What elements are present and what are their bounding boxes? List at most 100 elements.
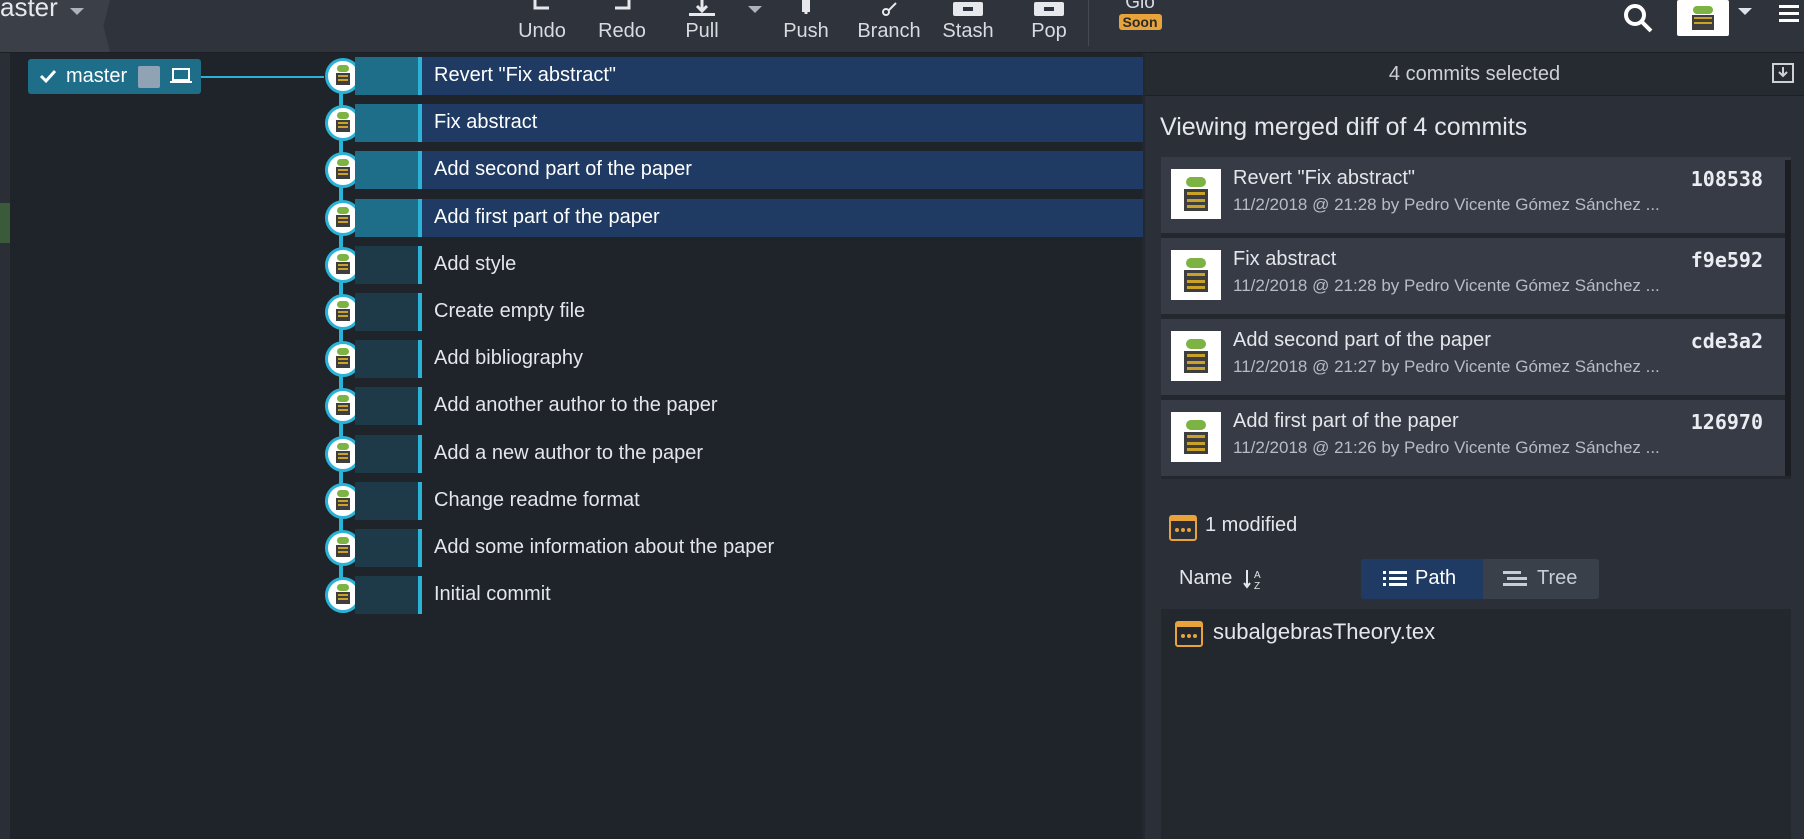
graph-band — [355, 529, 418, 567]
commit-meta: 11/2/2018 @ 21:28 by Pedro Vicente Gómez… — [1233, 276, 1660, 295]
commit-row[interactable]: Add some information about the paper — [325, 529, 1143, 567]
branch-selector[interactable]: aster — [0, 0, 110, 52]
graph-band — [355, 387, 418, 426]
commit-meta: 11/2/2018 @ 21:28 by Pedro Vicente Gómez… — [1233, 195, 1660, 214]
graph-band — [355, 151, 418, 190]
tree-icon — [1503, 571, 1527, 586]
commit-message: Add some information about the paper — [434, 536, 775, 558]
commit-message: Add a new author to the paper — [434, 441, 704, 464]
path-view-button[interactable]: Path — [1361, 559, 1483, 599]
commit-row[interactable]: Add style — [325, 245, 1143, 284]
commit-row[interactable]: Initial commit — [325, 576, 1143, 615]
commit-message: Add second part of the paper — [434, 158, 692, 181]
tree-view-label: Tree — [1537, 567, 1578, 589]
chevron-down-icon — [70, 8, 84, 15]
commit-message: Add bibliography — [434, 347, 583, 370]
pop-label: Pop — [1031, 20, 1067, 42]
commit-sha: 126970 — [1690, 410, 1763, 434]
modified-count: 1 modified — [1205, 514, 1298, 536]
graph-band — [355, 434, 418, 473]
redo-icon — [615, 0, 631, 10]
left-sidebar-strip — [0, 53, 10, 839]
graph-band — [355, 293, 418, 331]
pull-button[interactable]: Pull — [672, 0, 732, 52]
selection-count: 4 commits selected — [1388, 63, 1561, 85]
selected-commit-item[interactable]: Add second part of the paper 11/2/2018 @ … — [1161, 319, 1791, 395]
commit-detail-panel: 4 commits selected Viewing merged diff o… — [1145, 53, 1804, 839]
commit-message: Fix abstract — [434, 111, 538, 134]
selected-commit-item[interactable]: Fix abstract 11/2/2018 @ 21:28 by Pedro V… — [1161, 238, 1791, 314]
undo-label: Undo — [518, 20, 566, 42]
branch-chip-label: master — [66, 65, 128, 87]
branch-connector — [201, 76, 324, 78]
undo-icon — [533, 0, 549, 10]
branch-selector-label: aster — [0, 0, 58, 22]
glo-label: Glo — [1125, 0, 1155, 13]
commit-row[interactable]: Add a new author to the paper — [325, 434, 1143, 473]
merged-diff-title: Viewing merged diff of 4 commits — [1160, 113, 1528, 141]
commit-message: Add style — [434, 252, 517, 275]
graph-band — [355, 245, 418, 284]
commit-row[interactable]: Create empty file — [325, 293, 1143, 331]
commit-row[interactable]: Change readme format — [325, 481, 1143, 520]
branch-chip-master[interactable]: master — [28, 59, 201, 94]
modified-file-icon — [1175, 621, 1203, 647]
branch-button[interactable]: Branch — [852, 0, 926, 52]
commit-list-scrollbar[interactable] — [1785, 160, 1791, 476]
commit-meta: 11/2/2018 @ 21:27 by Pedro Vicente Gómez… — [1233, 357, 1660, 376]
selected-commits-list: Revert "Fix abstract" 11/2/2018 @ 21:28 b… — [1161, 157, 1791, 479]
commit-message: Create empty file — [434, 300, 586, 322]
menu-icon[interactable] — [1779, 5, 1799, 23]
commit-row[interactable]: Revert "Fix abstract" — [325, 57, 1143, 95]
avatar[interactable] — [1677, 0, 1729, 36]
pull-dropdown-icon[interactable] — [748, 6, 762, 13]
pop-button[interactable]: Pop — [1019, 0, 1079, 52]
commit-title: Revert "Fix abstract" — [1233, 167, 1416, 189]
commit-message: Change readme format — [434, 488, 640, 511]
commit-row[interactable]: Add bibliography — [325, 340, 1143, 379]
commit-row[interactable]: Fix abstract — [325, 104, 1143, 143]
branch-icon — [882, 2, 897, 16]
commit-title: Add first part of the paper — [1233, 410, 1459, 432]
download-icon[interactable] — [1772, 63, 1794, 83]
graph-band — [355, 57, 418, 95]
pull-label: Pull — [685, 20, 719, 42]
file-item[interactable]: subalgebrasTheory.tex — [1175, 619, 1435, 652]
laptop-icon — [170, 68, 192, 83]
tree-view-button[interactable]: Tree — [1483, 559, 1599, 599]
file-name: subalgebrasTheory.tex — [1213, 619, 1436, 644]
commit-sha: 108538 — [1690, 167, 1763, 191]
commit-row[interactable]: Add first part of the paper — [325, 198, 1143, 237]
sort-by-name[interactable]: Name — [1179, 567, 1232, 590]
selected-commit-item[interactable]: Add first part of the paper 11/2/2018 @ 2… — [1161, 400, 1791, 476]
toolbar: aster Undo Redo Pull Push Branch Stash P… — [0, 0, 1804, 53]
commit-message: Initial commit — [434, 583, 551, 606]
sort-alpha-icon[interactable]: A Z — [1243, 568, 1267, 590]
commit-meta: 11/2/2018 @ 21:26 by Pedro Vicente Gómez… — [1233, 438, 1660, 457]
stash-button[interactable]: Stash — [938, 0, 998, 52]
stash-icon — [953, 2, 983, 16]
soon-badge: Soon — [1118, 14, 1162, 30]
graph-band — [355, 104, 418, 143]
push-button[interactable]: Push — [776, 0, 836, 52]
row-background — [422, 246, 1143, 284]
commit-row[interactable]: Add another author to the paper — [325, 387, 1143, 426]
graph-band — [355, 481, 418, 520]
graph-band — [355, 576, 418, 615]
list-icon — [1383, 571, 1407, 586]
account-dropdown-icon[interactable] — [1738, 8, 1752, 15]
glo-button[interactable]: Glo Soon — [1118, 0, 1162, 32]
upload-icon — [802, 0, 810, 14]
download-icon — [689, 0, 715, 16]
search-icon[interactable] — [1622, 2, 1654, 34]
android-avatar-icon — [1171, 169, 1221, 219]
android-avatar-icon — [1171, 331, 1221, 381]
commit-sha: cde3a2 — [1690, 329, 1763, 353]
modified-file-icon — [1169, 515, 1197, 541]
redo-button[interactable]: Redo — [592, 0, 652, 52]
push-label: Push — [783, 20, 829, 42]
undo-button[interactable]: Undo — [512, 0, 572, 52]
commit-message: Add first part of the paper — [434, 205, 660, 228]
selected-commit-item[interactable]: Revert "Fix abstract" 11/2/2018 @ 21:28 b… — [1161, 157, 1791, 233]
commit-row[interactable]: Add second part of the paper — [325, 151, 1143, 190]
